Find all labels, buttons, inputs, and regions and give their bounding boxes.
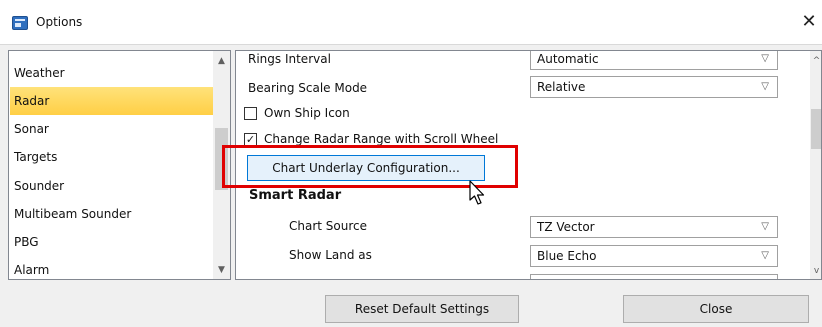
window-title: Options	[36, 15, 83, 29]
category-item-multibeam-sounder[interactable]: Multibeam Sounder	[10, 200, 214, 228]
chevron-down-icon: ▽	[761, 250, 769, 261]
rings-interval-value: Automatic	[537, 52, 599, 66]
show-land-as-label: Show Land as	[289, 248, 372, 262]
own-ship-icon-checkbox[interactable]	[244, 107, 257, 120]
chart-source-select[interactable]: TZ Vector ▽	[530, 216, 778, 238]
close-icon[interactable]: ✕	[797, 10, 821, 34]
bearing-scale-mode-value: Relative	[537, 80, 586, 94]
chevron-down-icon: ▽	[761, 221, 769, 232]
next-setting-select[interactable]	[530, 274, 778, 279]
scroll-down-icon[interactable]: v	[808, 263, 821, 279]
options-app-icon	[12, 16, 28, 30]
show-land-as-select[interactable]: Blue Echo ▽	[530, 245, 778, 267]
rings-interval-select[interactable]: Automatic ▽	[530, 51, 778, 70]
smart-radar-heading: Smart Radar	[249, 188, 342, 203]
settings-scrollbar[interactable]: ^ v	[808, 51, 821, 279]
category-item-targets[interactable]: Targets	[10, 143, 214, 171]
category-item-sonar[interactable]: Sonar	[10, 115, 214, 143]
scroll-down-icon[interactable]: ▼	[213, 262, 230, 279]
reset-default-settings-button[interactable]: Reset Default Settings	[325, 295, 519, 323]
chevron-down-icon: ▽	[761, 53, 769, 64]
bearing-scale-mode-select[interactable]: Relative ▽	[530, 76, 778, 98]
category-item-pbg[interactable]: PBG	[10, 228, 214, 256]
own-ship-icon-label: Own Ship Icon	[264, 106, 350, 120]
scrollbar-thumb[interactable]	[811, 109, 821, 149]
category-item-radar[interactable]: Radar	[10, 87, 214, 115]
mouse-pointer-icon	[469, 180, 485, 205]
category-item-weather[interactable]: Weather	[10, 59, 214, 87]
close-button[interactable]: Close	[623, 295, 809, 323]
scroll-up-icon[interactable]: ^	[808, 53, 821, 70]
title-bar: Options ✕	[0, 0, 822, 44]
bearing-scale-mode-label: Bearing Scale Mode	[248, 81, 368, 95]
change-range-scroll-label: Change Radar Range with Scroll Wheel	[264, 132, 499, 146]
chart-source-value: TZ Vector	[537, 220, 595, 234]
rings-interval-label: Rings Interval	[248, 52, 331, 66]
category-item-alarm[interactable]: Alarm	[10, 256, 214, 279]
show-land-as-value: Blue Echo	[537, 249, 597, 263]
category-list: Weather Radar Sonar Targets Sounder Mult…	[8, 50, 231, 280]
chart-source-label: Chart Source	[289, 219, 368, 233]
chevron-down-icon: ▽	[761, 81, 769, 92]
category-item-sounder[interactable]: Sounder	[10, 172, 214, 200]
scroll-up-icon[interactable]: ▲	[213, 53, 230, 70]
